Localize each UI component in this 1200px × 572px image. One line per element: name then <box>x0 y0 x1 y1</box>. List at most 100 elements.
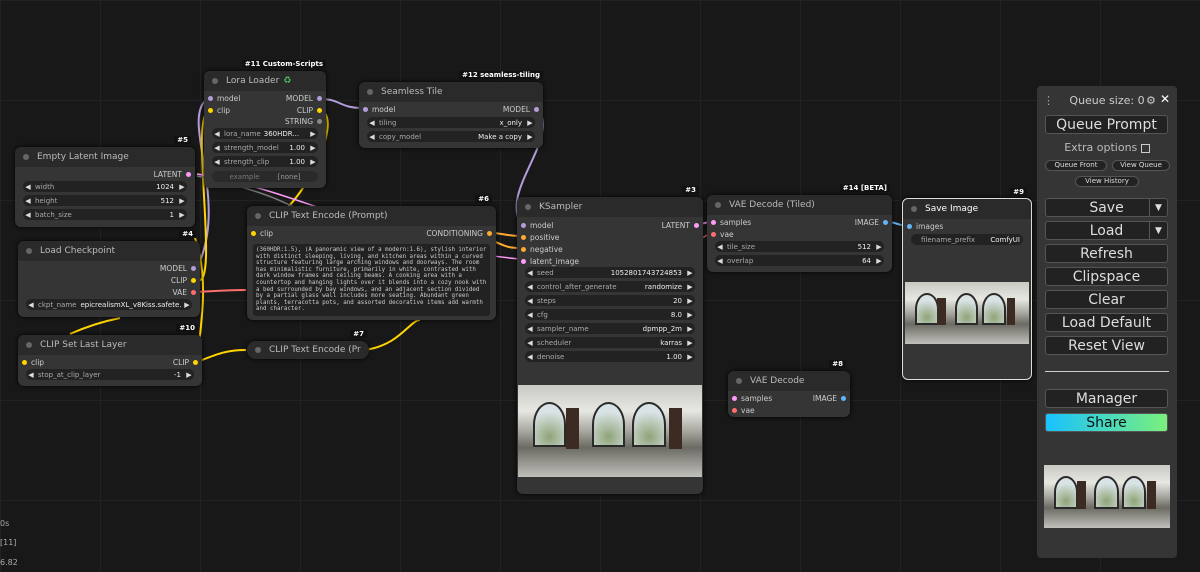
model-pin-icon[interactable] <box>521 223 526 228</box>
increment-arrow-icon[interactable]: ▶ <box>308 158 318 166</box>
widget-value[interactable]: -1 <box>174 371 184 379</box>
collapse-dot-icon[interactable] <box>911 206 917 212</box>
increment-arrow-icon[interactable]: ▶ <box>177 211 187 219</box>
clip-pin-icon[interactable] <box>317 108 322 113</box>
node-load-checkpoint[interactable]: #4 Load Checkpoint MODEL CLIP VAE ◀ ckpt_… <box>18 230 200 317</box>
decrement-arrow-icon[interactable]: ◀ <box>23 197 33 205</box>
widget-example[interactable]: example [none] <box>212 171 318 182</box>
manager-button[interactable]: Manager <box>1045 389 1168 408</box>
widget-strength-model[interactable]: ◀ strength_model 1.00 ▶ <box>212 142 318 153</box>
model-pin-icon[interactable] <box>208 96 213 101</box>
input-positive[interactable]: positive <box>517 233 559 242</box>
share-button[interactable]: Share <box>1045 413 1168 432</box>
model-pin-icon[interactable] <box>534 107 539 112</box>
node-title[interactable]: CLIP Text Encode (Pr <box>247 341 369 359</box>
input-clip[interactable]: clip <box>204 106 230 115</box>
node-clip-set-last-layer[interactable]: #10 CLIP Set Last Layer clip CLIP ◀ stop_… <box>18 324 202 386</box>
decrement-arrow-icon[interactable]: ◀ <box>525 353 535 361</box>
increment-arrow-icon[interactable]: ▶ <box>177 197 187 205</box>
increment-arrow-icon[interactable]: ▶ <box>685 283 695 291</box>
widget-scheduler[interactable]: ◀ scheduler karras ▶ <box>525 337 695 348</box>
decrement-arrow-icon[interactable]: ◀ <box>23 211 33 219</box>
increment-arrow-icon[interactable]: ▶ <box>685 311 695 319</box>
increment-arrow-icon[interactable]: ▶ <box>685 325 695 333</box>
collapse-dot-icon[interactable] <box>23 154 29 160</box>
latent-pin-icon[interactable] <box>521 259 526 264</box>
output-latent[interactable]: LATENT <box>662 221 703 230</box>
node-lora-loader[interactable]: #11 Custom-Scripts Lora Loader ♻ model MO… <box>204 60 326 188</box>
widget-value[interactable]: 1.00 <box>666 353 685 361</box>
save-button[interactable]: Save ▼ <box>1045 198 1168 217</box>
node-title[interactable]: Seamless Tile <box>359 82 543 102</box>
latent-pin-icon[interactable] <box>732 396 737 401</box>
collapse-dot-icon[interactable] <box>715 202 721 208</box>
node-clip-text-encode-positive[interactable]: #6 CLIP Text Encode (Prompt) clip CONDIT… <box>247 195 496 320</box>
output-clip[interactable]: CLIP <box>173 358 202 367</box>
input-samples[interactable]: samples <box>728 394 772 403</box>
output-model[interactable]: MODEL <box>503 105 543 114</box>
conditioning-pin-icon[interactable] <box>521 235 526 240</box>
load-default-button[interactable]: Load Default <box>1045 313 1168 332</box>
vae-pin-icon[interactable] <box>732 408 737 413</box>
output-clip[interactable]: CLIP <box>171 276 200 285</box>
vae-pin-icon[interactable] <box>191 290 196 295</box>
increment-arrow-icon[interactable]: ▶ <box>874 243 884 251</box>
decrement-arrow-icon[interactable]: ◀ <box>367 119 377 127</box>
decrement-arrow-icon[interactable]: ◀ <box>367 133 377 141</box>
widget-lora-name[interactable]: ◀ lora_name 360HDR... ▶ <box>212 128 318 139</box>
collapse-dot-icon[interactable] <box>26 342 32 348</box>
extra-options-checkbox[interactable] <box>1140 143 1150 153</box>
increment-arrow-icon[interactable]: ▶ <box>184 371 194 379</box>
collapse-dot-icon[interactable] <box>26 248 32 254</box>
latest-output-thumbnail[interactable] <box>1044 465 1170 528</box>
widget-value[interactable]: x_only <box>500 119 525 127</box>
output-model[interactable]: MODEL <box>286 94 326 103</box>
input-images[interactable]: images <box>903 222 943 231</box>
decrement-arrow-icon[interactable]: ◀ <box>23 183 33 191</box>
collapse-dot-icon[interactable] <box>367 89 373 95</box>
save-dropdown-icon[interactable]: ▼ <box>1149 199 1167 216</box>
widget-copy-model[interactable]: ◀ copy_model Make a copy ▶ <box>367 131 535 142</box>
widget-value[interactable]: 1 <box>170 211 177 219</box>
widget-value[interactable]: 1.00 <box>289 158 308 166</box>
increment-arrow-icon[interactable]: ▶ <box>685 353 695 361</box>
view-queue-button[interactable]: View Queue <box>1112 160 1170 171</box>
widget-steps[interactable]: ◀ steps 20 ▶ <box>525 295 695 306</box>
decrement-arrow-icon[interactable]: ◀ <box>525 283 535 291</box>
output-latent[interactable]: LATENT <box>154 170 195 179</box>
increment-arrow-icon[interactable]: ▶ <box>874 257 884 265</box>
clip-pin-icon[interactable] <box>22 360 27 365</box>
widget-batch-size[interactable]: ◀ batch_size 1 ▶ <box>23 209 187 220</box>
node-title[interactable]: Lora Loader ♻ <box>204 71 326 91</box>
output-image[interactable]: IMAGE <box>813 394 850 403</box>
model-pin-icon[interactable] <box>363 107 368 112</box>
input-model[interactable]: model <box>359 105 395 114</box>
increment-arrow-icon[interactable]: ▶ <box>685 297 695 305</box>
node-clip-text-encode-negative[interactable]: #7 CLIP Text Encode (Pr <box>247 330 369 359</box>
close-icon[interactable]: ✕ <box>1160 92 1170 106</box>
output-conditioning[interactable]: CONDITIONING <box>426 229 496 238</box>
node-title[interactable]: Load Checkpoint <box>18 241 200 261</box>
widget-width[interactable]: ◀ width 1024 ▶ <box>23 181 187 192</box>
node-title[interactable]: Empty Latent Image <box>15 147 195 167</box>
widget-value[interactable]: 512 <box>858 243 874 251</box>
image-pin-icon[interactable] <box>883 220 888 225</box>
decrement-arrow-icon[interactable]: ◀ <box>212 130 222 138</box>
input-model[interactable]: model <box>517 221 553 230</box>
decrement-arrow-icon[interactable]: ◀ <box>525 325 535 333</box>
clip-pin-icon[interactable] <box>191 278 196 283</box>
node-vae-decode[interactable]: #8 VAE Decode samples IMAGE vae <box>728 360 850 417</box>
output-vae[interactable]: VAE <box>172 288 200 297</box>
increment-arrow-icon[interactable]: ▶ <box>525 119 535 127</box>
saved-image-preview[interactable] <box>905 282 1029 344</box>
widget-seed[interactable]: ◀ seed 1052801743724853 ▶ <box>525 267 695 278</box>
widget-value[interactable]: karras <box>660 339 685 347</box>
decrement-arrow-icon[interactable]: ◀ <box>715 257 725 265</box>
latent-pin-icon[interactable] <box>694 223 699 228</box>
queue-prompt-button[interactable]: Queue Prompt <box>1045 115 1168 134</box>
clear-button[interactable]: Clear <box>1045 290 1168 309</box>
decrement-arrow-icon[interactable]: ◀ <box>26 371 36 379</box>
increment-arrow-icon[interactable]: ▶ <box>685 269 695 277</box>
input-vae[interactable]: vae <box>728 406 755 415</box>
decrement-arrow-icon[interactable]: ◀ <box>525 339 535 347</box>
